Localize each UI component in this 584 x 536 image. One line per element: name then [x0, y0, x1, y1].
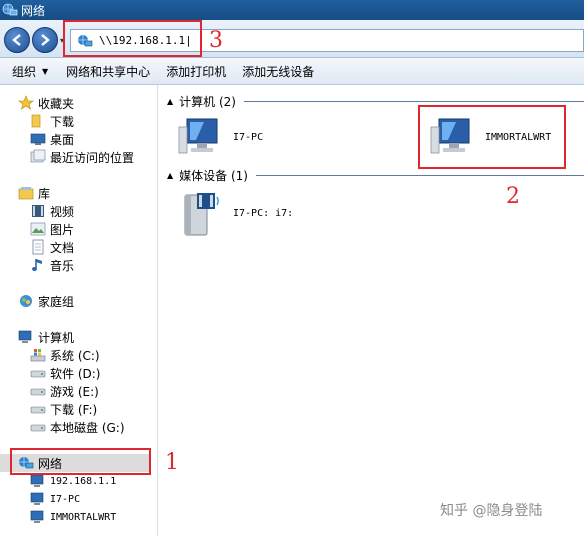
group-divider [255, 174, 584, 176]
picture-icon [30, 222, 46, 236]
sidebar-item-homegroup[interactable]: 家庭组 [18, 292, 74, 310]
back-arrow-icon [12, 34, 21, 46]
media-server-icon [184, 193, 219, 236]
homegroup-icon [20, 295, 32, 307]
sidebar-item-drive-d[interactable]: 软件 (D:) [30, 364, 100, 382]
collapse-triangle-icon: ▲ [167, 96, 174, 106]
desktop-icon [30, 133, 46, 145]
group-header-label: 计算机 (2) [179, 94, 236, 109]
annotation-number-3: 3 [209, 28, 223, 53]
back-button[interactable] [4, 27, 30, 53]
sidebar-item-recent-places[interactable]: 最近访问的位置 [30, 148, 134, 166]
sidebar-item-drive-g[interactable]: 本地磁盘 (G:) [30, 418, 125, 436]
music-note-icon [32, 259, 42, 271]
sidebar-item-label: 库 [38, 186, 51, 201]
sidebar-item-label: 文档 [50, 240, 75, 255]
annotation-box-network [10, 448, 151, 475]
computer-icon [30, 474, 44, 487]
sidebar-item-label: 图片 [50, 222, 75, 237]
sidebar-item-music[interactable]: 音乐 [30, 256, 74, 274]
computer-icon [30, 510, 44, 523]
sidebar-item-label: IMMORTALWRT [50, 511, 117, 523]
network-icon [2, 3, 18, 16]
sidebar-item-label: 桌面 [50, 132, 75, 147]
watermark: 知乎 @隐身登陆 [440, 503, 543, 519]
group-divider [243, 100, 584, 102]
add-printer-label: 添加打印机 [166, 64, 227, 79]
annotation-number-1: 1 [165, 450, 179, 475]
computer-icon [18, 330, 32, 343]
network-sharing-center-label: 网络和共享中心 [66, 64, 151, 79]
forward-button[interactable] [32, 27, 58, 53]
computer-item-i7-pc[interactable]: I7-PC [177, 113, 263, 161]
sidebar-item-label: 收藏夹 [38, 96, 75, 111]
sidebar-item-label: 视频 [50, 204, 75, 219]
sidebar-item-videos[interactable]: 视频 [30, 202, 74, 220]
sidebar-item-label: 计算机 [38, 330, 75, 345]
sidebar-item-label: 游戏 (E:) [50, 384, 99, 399]
window-title: 网络 [21, 3, 46, 18]
sidebar-item-label: 音乐 [50, 258, 75, 273]
drive-icon [30, 424, 46, 432]
sidebar-item-libraries[interactable]: 库 [18, 184, 50, 202]
chevron-down-icon: ▼ [42, 66, 49, 76]
sidebar-item-label: 下载 [50, 114, 75, 129]
sidebar-item-label: 系统 (C:) [50, 348, 100, 363]
sidebar-item-label: 软件 (D:) [50, 366, 101, 381]
window-titlebar: 网络 [0, 0, 584, 20]
drive-icon [30, 388, 46, 396]
library-icon [18, 187, 34, 200]
annotation-box-immortalwrt [418, 105, 566, 169]
collapse-triangle-icon: ▲ [167, 170, 174, 180]
sidebar-item-drive-c[interactable]: 系统 (C:) [30, 346, 100, 364]
sidebar-item-label: I7-PC [50, 493, 81, 505]
add-wireless-device-label: 添加无线设备 [242, 64, 315, 79]
forward-arrow-icon [41, 34, 50, 46]
sidebar-item-downloads[interactable]: 下载 [30, 112, 74, 130]
sidebar-item-computer[interactable]: 计算机 [18, 328, 74, 346]
sidebar-item-label: 192.168.1.1 [50, 475, 117, 487]
document-icon [32, 239, 44, 255]
sidebar-item-network-i7-pc[interactable]: I7-PC [30, 490, 80, 508]
media-device-item-i7[interactable]: I7-PC: i7: [177, 189, 293, 237]
sidebar-item-drive-f[interactable]: 下载 (F:) [30, 400, 97, 418]
video-icon [32, 205, 44, 217]
add-wireless-device-button[interactable]: 添加无线设备 [234, 58, 322, 85]
sidebar-item-favorites[interactable]: 收藏夹 [18, 94, 74, 112]
sidebar-item-label: 本地磁盘 (G:) [50, 420, 125, 435]
annotation-number-2: 2 [506, 184, 520, 209]
organize-label: 组织 [12, 64, 37, 79]
group-header-media-devices[interactable]: ▲ 媒体设备 (1) [167, 167, 584, 183]
sidebar-item-label: 家庭组 [38, 294, 75, 309]
command-toolbar: 组织 ▼ 网络和共享中心 添加打印机 添加无线设备 [0, 58, 584, 85]
sidebar-item-desktop[interactable]: 桌面 [30, 130, 74, 148]
network-sharing-center-button[interactable]: 网络和共享中心 [58, 58, 158, 85]
annotation-box-address [63, 20, 202, 57]
computer-icon [178, 118, 218, 154]
sidebar-item-drive-e[interactable]: 游戏 (E:) [30, 382, 99, 400]
folder-icon [31, 114, 41, 128]
add-printer-button[interactable]: 添加打印机 [158, 58, 234, 85]
sidebar-item-pictures[interactable]: 图片 [30, 220, 74, 238]
sidebar-item-network-immortalwrt[interactable]: IMMORTALWRT [30, 508, 116, 526]
star-icon [18, 95, 34, 110]
organize-button[interactable]: 组织 ▼ [0, 58, 58, 85]
sidebar-item-label: 最近访问的位置 [50, 150, 135, 165]
sidebar-item-documents[interactable]: 文档 [30, 238, 74, 256]
drive-icon [30, 370, 46, 378]
computer-item-label: I7-PC [233, 131, 264, 143]
group-header-label: 媒体设备 (1) [179, 168, 248, 183]
sidebar-item-label: 下载 (F:) [50, 402, 98, 417]
windows-drive-icon [30, 349, 46, 362]
computer-icon [30, 492, 44, 505]
drive-icon [30, 406, 46, 414]
recent-places-icon [30, 149, 46, 163]
media-device-label: I7-PC: i7: [233, 207, 294, 219]
